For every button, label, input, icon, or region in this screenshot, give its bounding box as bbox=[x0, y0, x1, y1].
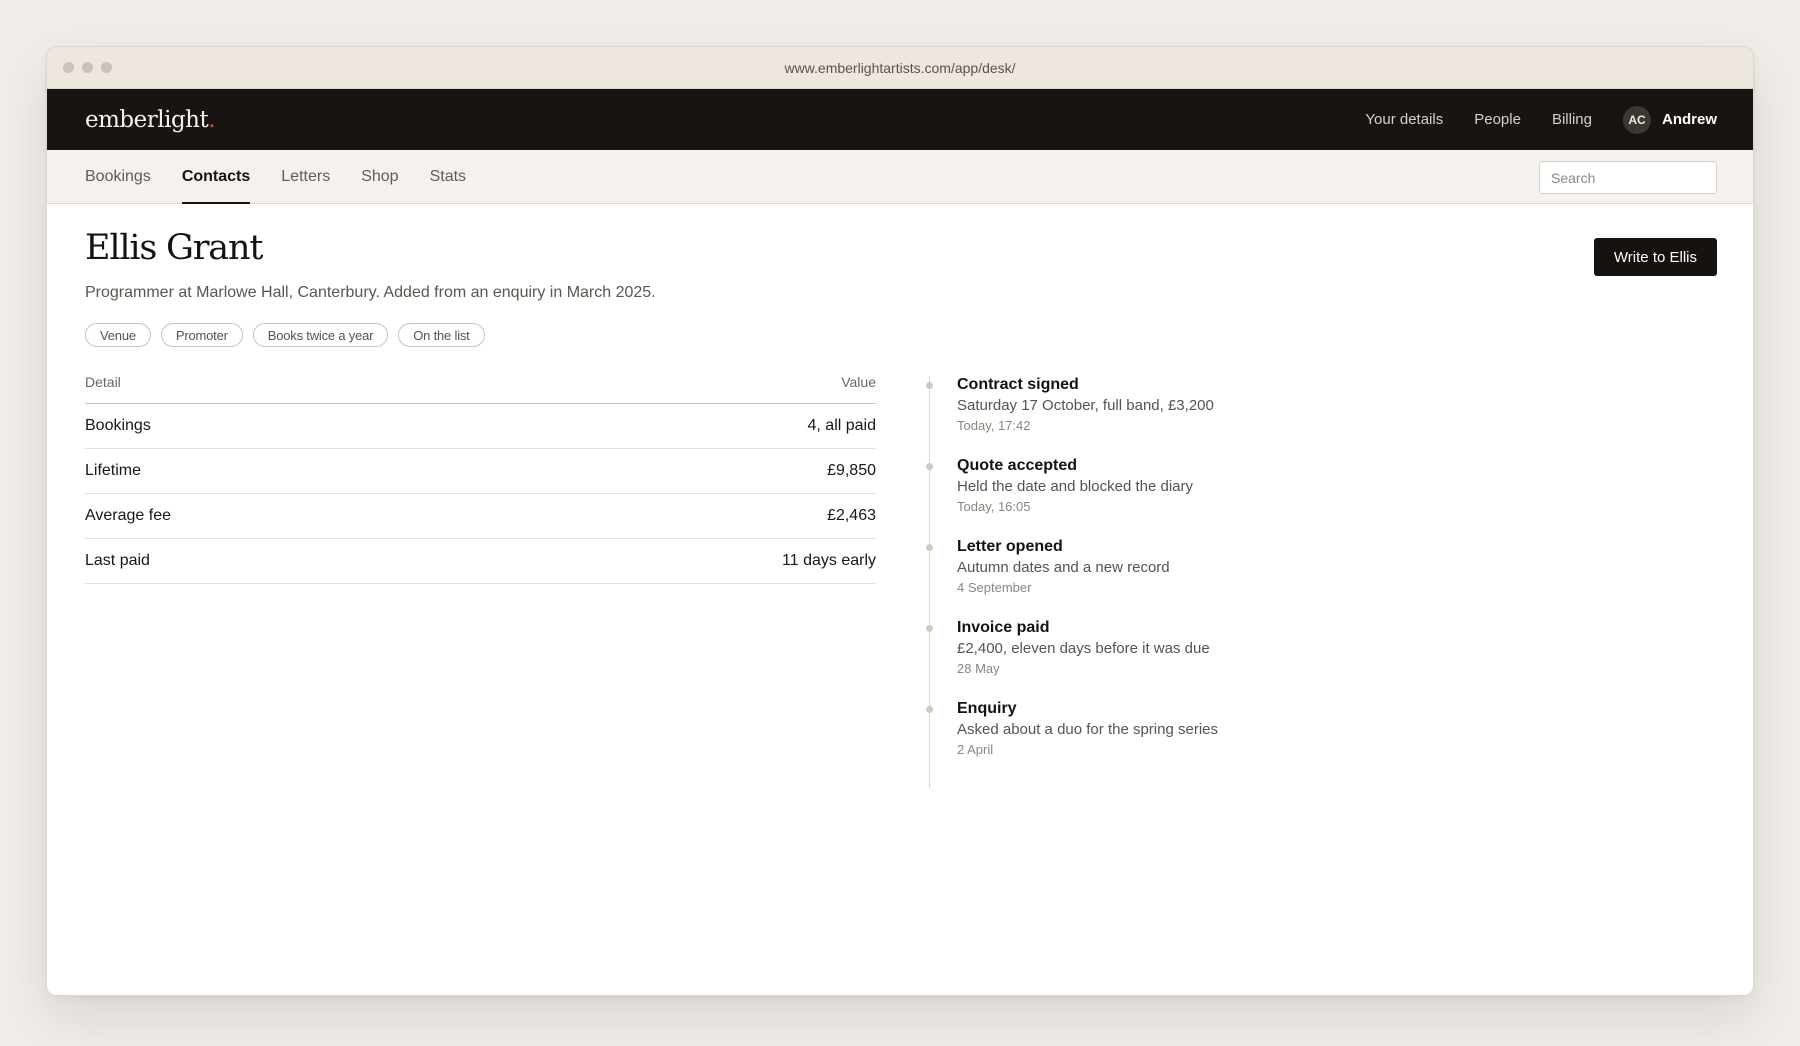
timeline-item-description: Asked about a duo for the spring series bbox=[957, 721, 1218, 738]
timeline-item-description: Held the date and blocked the diary bbox=[957, 478, 1193, 495]
nav-link-your-details[interactable]: Your details bbox=[1365, 111, 1443, 128]
detail-value: 11 days early bbox=[462, 538, 876, 584]
timeline-item-description: Autumn dates and a new record bbox=[957, 559, 1170, 576]
timeline-dot bbox=[926, 544, 933, 551]
tab-contacts[interactable]: Contacts bbox=[181, 150, 251, 204]
activity-timeline: Contract signed Saturday 17 October, ful… bbox=[926, 376, 1327, 788]
contact-details-table: Detail Value Bookings 4, all paid Lifeti… bbox=[85, 372, 876, 584]
column-header-value: Value bbox=[462, 372, 876, 404]
detail-label: Bookings bbox=[85, 403, 463, 449]
timeline-dot bbox=[926, 382, 933, 389]
tab-letters[interactable]: Letters bbox=[281, 150, 330, 203]
contact-tags: Venue Promoter Books twice a year On the… bbox=[85, 323, 485, 347]
timeline-item-timestamp: Today, 16:05 bbox=[957, 499, 1031, 514]
contact-description: Programmer at Marlowe Hall, Canterbury. … bbox=[85, 284, 656, 301]
logo-dot: . bbox=[208, 106, 216, 133]
user-menu[interactable]: AC Andrew bbox=[1622, 105, 1717, 134]
timeline-item[interactable]: Invoice paid £2,400, eleven days before … bbox=[926, 619, 1327, 676]
table-header-row: Detail Value bbox=[85, 372, 876, 404]
timeline-item[interactable]: Enquiry Asked about a duo for the spring… bbox=[926, 700, 1327, 757]
timeline-dot bbox=[926, 463, 933, 470]
timeline-item-title: Enquiry bbox=[957, 700, 1017, 717]
timeline-item[interactable]: Contract signed Saturday 17 October, ful… bbox=[926, 376, 1327, 433]
table-row: Last paid 11 days early bbox=[85, 538, 876, 584]
timeline-dot bbox=[926, 706, 933, 713]
timeline-item-title: Invoice paid bbox=[957, 619, 1050, 636]
detail-value: 4, all paid bbox=[462, 403, 876, 449]
timeline-item-timestamp: 4 September bbox=[957, 580, 1032, 595]
detail-label: Last paid bbox=[85, 538, 463, 584]
account-navigation: Your details People Billing AC Andrew bbox=[1334, 105, 1717, 134]
section-tabs: Bookings Contacts Letters Shop Stats bbox=[47, 150, 1753, 204]
logo-wordmark: emberlight bbox=[85, 106, 209, 133]
tab-stats[interactable]: Stats bbox=[430, 150, 466, 203]
timeline-item-timestamp: 2 April bbox=[957, 742, 994, 757]
nav-link-billing[interactable]: Billing bbox=[1552, 111, 1592, 128]
browser-window: www.emberlightartists.com/app/desk/ embe… bbox=[46, 46, 1754, 996]
tag-venue[interactable]: Venue bbox=[85, 323, 151, 347]
nav-link-people[interactable]: People bbox=[1474, 111, 1521, 128]
tag-books-twice-a-year[interactable]: Books twice a year bbox=[252, 323, 389, 347]
timeline-item-description: Saturday 17 October, full band, £3,200 bbox=[957, 397, 1214, 414]
detail-label: Lifetime bbox=[85, 448, 463, 494]
timeline-item-timestamp: Today, 17:42 bbox=[957, 418, 1031, 433]
timeline-item-timestamp: 28 May bbox=[957, 661, 1000, 676]
address-bar-url[interactable]: www.emberlightartists.com/app/desk/ bbox=[47, 60, 1753, 76]
tab-bookings[interactable]: Bookings bbox=[85, 150, 151, 203]
timeline-item-description: £2,400, eleven days before it was due bbox=[957, 640, 1210, 657]
table-row: Bookings 4, all paid bbox=[85, 403, 876, 449]
tab-shop[interactable]: Shop bbox=[361, 150, 398, 203]
tag-on-the-list[interactable]: On the list bbox=[398, 323, 485, 347]
timeline-item[interactable]: Letter opened Autumn dates and a new rec… bbox=[926, 538, 1327, 595]
table-row: Average fee £2,463 bbox=[85, 493, 876, 539]
write-to-contact-button[interactable]: Write to Ellis bbox=[1593, 238, 1717, 276]
timeline-dot bbox=[926, 625, 933, 632]
avatar: AC bbox=[1622, 105, 1651, 134]
timeline-item-title: Contract signed bbox=[957, 376, 1079, 393]
timeline-item-title: Letter opened bbox=[957, 538, 1063, 555]
tag-promoter[interactable]: Promoter bbox=[160, 323, 243, 347]
timeline-item[interactable]: Quote accepted Held the date and blocked… bbox=[926, 457, 1327, 514]
detail-value: £2,463 bbox=[462, 493, 876, 539]
page-title: Ellis Grant bbox=[85, 228, 263, 268]
emberlight-logo[interactable]: emberlight. bbox=[85, 106, 216, 133]
search-input[interactable] bbox=[1539, 161, 1717, 194]
table-row: Lifetime £9,850 bbox=[85, 448, 876, 494]
detail-value: £9,850 bbox=[462, 448, 876, 494]
user-name: Andrew bbox=[1661, 111, 1717, 128]
browser-chrome: www.emberlightartists.com/app/desk/ bbox=[47, 47, 1753, 89]
column-header-detail: Detail bbox=[85, 372, 463, 404]
detail-label: Average fee bbox=[85, 493, 463, 539]
top-navigation-bar: emberlight. Your details People Billing … bbox=[47, 89, 1753, 150]
timeline-item-title: Quote accepted bbox=[957, 457, 1078, 474]
